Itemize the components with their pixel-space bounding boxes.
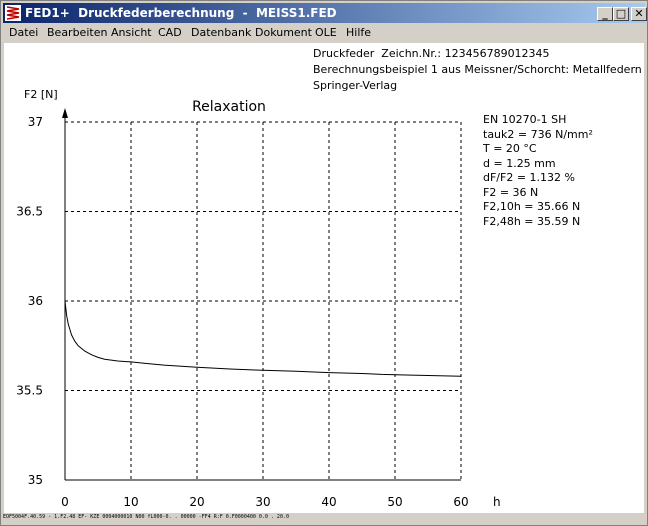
x-tick-label: 60 — [453, 495, 468, 509]
menu-ansicht[interactable]: Ansicht — [111, 26, 152, 39]
chart-title: Relaxation — [192, 99, 266, 115]
menu-dokument[interactable]: Dokument — [255, 26, 312, 39]
window-title: FED1+ Druckfederberechnung - MEISS1.FED — [25, 6, 337, 20]
x-tick-label: 50 — [387, 495, 402, 509]
title-bar[interactable]: FED1+ Druckfederberechnung - MEISS1.FED … — [3, 3, 647, 23]
x-tick-label: 10 — [123, 495, 138, 509]
menu-datei[interactable]: Datei — [9, 26, 38, 39]
menu-cad[interactable]: CAD — [158, 26, 182, 39]
close-button[interactable]: ✕ — [631, 7, 647, 21]
menu-bar: Datei Bearbeiten Ansicht CAD Datenbank D… — [3, 24, 645, 42]
y-tick-label: 35 — [28, 473, 43, 487]
relaxation-chart: 0 10 20 30 40 50 60 35 35.5 36 36.5 37 F2 [N] h Relaxa… — [16, 88, 501, 509]
x-tick-label: 40 — [321, 495, 336, 509]
x-tick-label: 20 — [189, 495, 204, 509]
x-tick-label: 30 — [255, 495, 270, 509]
menu-hilfe[interactable]: Hilfe — [346, 26, 371, 39]
maximize-button[interactable]: □ — [613, 7, 629, 21]
x-tick-label: 0 — [61, 495, 69, 509]
y-axis-label: F2 [N] — [24, 88, 58, 101]
y-tick-label: 36.5 — [16, 205, 43, 219]
menu-bearbeiten[interactable]: Bearbeiten — [47, 26, 107, 39]
spring-app-icon — [5, 5, 21, 21]
menu-datenbank[interactable]: Datenbank — [191, 26, 251, 39]
y-axis-arrow — [62, 108, 68, 118]
minimize-button[interactable]: _ — [597, 7, 613, 21]
x-axis-label: h — [493, 495, 501, 509]
menu-ole[interactable]: OLE — [315, 26, 337, 39]
y-tick-label: 35.5 — [16, 384, 43, 398]
y-tick-label: 37 — [28, 115, 43, 129]
y-tick-label: 36 — [28, 294, 43, 308]
document-area: Druckfeder Zeichn.Nr.: 123456789012345 B… — [4, 43, 644, 513]
status-bar: EOF5004F.40.59 - 1.F2.48 EF- KZE 0004000… — [3, 514, 289, 520]
app-window: FED1+ Druckfederberechnung - MEISS1.FED … — [0, 0, 648, 526]
